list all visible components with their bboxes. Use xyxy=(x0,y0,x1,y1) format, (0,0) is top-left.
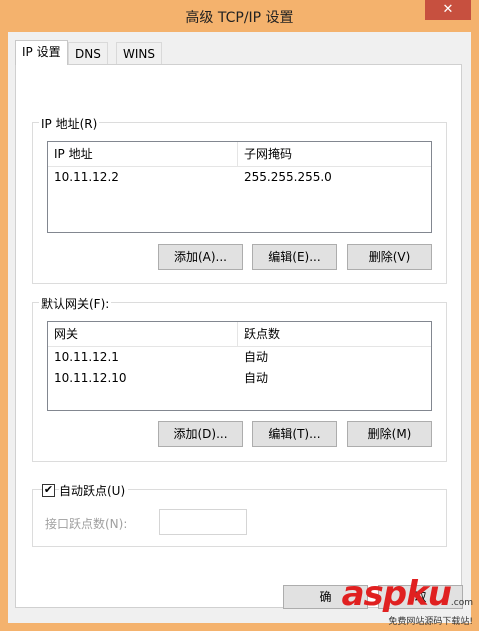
auto-metric-checkbox[interactable]: ✔ xyxy=(42,484,55,497)
add-ip-button[interactable]: 添加(A)... xyxy=(158,244,243,270)
edit-ip-button[interactable]: 编辑(E)... xyxy=(252,244,337,270)
ip-address-group: IP 地址(R) IP 地址 子网掩码 10.11.12.2 255.255.2… xyxy=(32,115,447,284)
interface-metric-input[interactable] xyxy=(159,509,247,535)
auto-metric-label[interactable]: 自动跃点(U) xyxy=(59,482,129,499)
gateway-cell: 10.11.12.10 xyxy=(54,371,127,385)
auto-metric-group: ✔ 自动跃点(U) 接口跃点数(N): xyxy=(32,482,447,547)
interface-metric-label: 接口跃点数(N): xyxy=(45,517,128,531)
table-row[interactable]: 10.11.12.1 自动 xyxy=(48,347,431,368)
table-row[interactable]: 10.11.12.2 255.255.255.0 xyxy=(48,167,431,188)
watermark-brand: aspku xyxy=(341,574,452,614)
dialog-client-area: IP 设置 DNS WINS IP 地址(R) IP 地址 子网掩码 10.11… xyxy=(8,32,471,623)
delete-ip-button[interactable]: 删除(V) xyxy=(347,244,432,270)
checkmark-icon: ✔ xyxy=(43,483,54,496)
edit-gateway-button[interactable]: 编辑(T)... xyxy=(252,421,337,447)
list-header: 网关 跃点数 xyxy=(48,322,431,347)
tab-label: IP 设置 xyxy=(22,45,61,59)
column-header-metric[interactable]: 跃点数 xyxy=(238,322,431,346)
tab-label: DNS xyxy=(75,47,101,61)
tab-wins[interactable]: WINS xyxy=(116,42,162,64)
tab-panel-ip-settings: IP 地址(R) IP 地址 子网掩码 10.11.12.2 255.255.2… xyxy=(15,64,462,608)
tab-label: WINS xyxy=(123,47,155,61)
window-title: 高级 TCP/IP 设置 xyxy=(185,10,294,26)
close-icon: ✕ xyxy=(442,2,454,17)
ip-address-group-title: IP 地址(R) xyxy=(39,115,100,132)
ok-button-label: 确 xyxy=(319,590,332,604)
watermark-logo: aspku.com xyxy=(342,574,473,614)
gateway-group: 默认网关(F): 网关 跃点数 10.11.12.1 自动 10.11.12.1… xyxy=(32,295,447,462)
gateway-list[interactable]: 网关 跃点数 10.11.12.1 自动 10.11.12.10 自动 xyxy=(47,321,432,411)
column-header-mask[interactable]: 子网掩码 xyxy=(238,142,431,166)
ip-cell: 10.11.12.2 xyxy=(54,170,119,184)
watermark-suffix: .com xyxy=(450,598,473,608)
column-header-gateway[interactable]: 网关 xyxy=(48,322,238,346)
tab-ip-settings[interactable]: IP 设置 xyxy=(15,40,68,65)
dialog-window: 高级 TCP/IP 设置 ✕ IP 设置 DNS WINS IP 地址(R) I… xyxy=(0,0,479,631)
table-row[interactable]: 10.11.12.10 自动 xyxy=(48,368,431,389)
list-header: IP 地址 子网掩码 xyxy=(48,142,431,167)
watermark-tagline: 免费网站源码下载站! xyxy=(388,617,473,627)
ip-address-list[interactable]: IP 地址 子网掩码 10.11.12.2 255.255.255.0 xyxy=(47,141,432,233)
title-bar[interactable]: 高级 TCP/IP 设置 ✕ xyxy=(0,0,479,32)
gateway-group-title: 默认网关(F): xyxy=(39,295,112,312)
close-button[interactable]: ✕ xyxy=(425,0,471,20)
site-watermark: aspku.com 免费网站源码下载站! xyxy=(342,574,473,627)
delete-gateway-button[interactable]: 删除(M) xyxy=(347,421,432,447)
gateway-cell: 10.11.12.1 xyxy=(54,350,119,364)
metric-cell: 自动 xyxy=(244,371,269,385)
metric-cell: 自动 xyxy=(244,350,269,364)
tab-dns[interactable]: DNS xyxy=(68,42,108,64)
column-header-ip[interactable]: IP 地址 xyxy=(48,142,238,166)
mask-cell: 255.255.255.0 xyxy=(244,170,332,184)
add-gateway-button[interactable]: 添加(D)... xyxy=(158,421,243,447)
